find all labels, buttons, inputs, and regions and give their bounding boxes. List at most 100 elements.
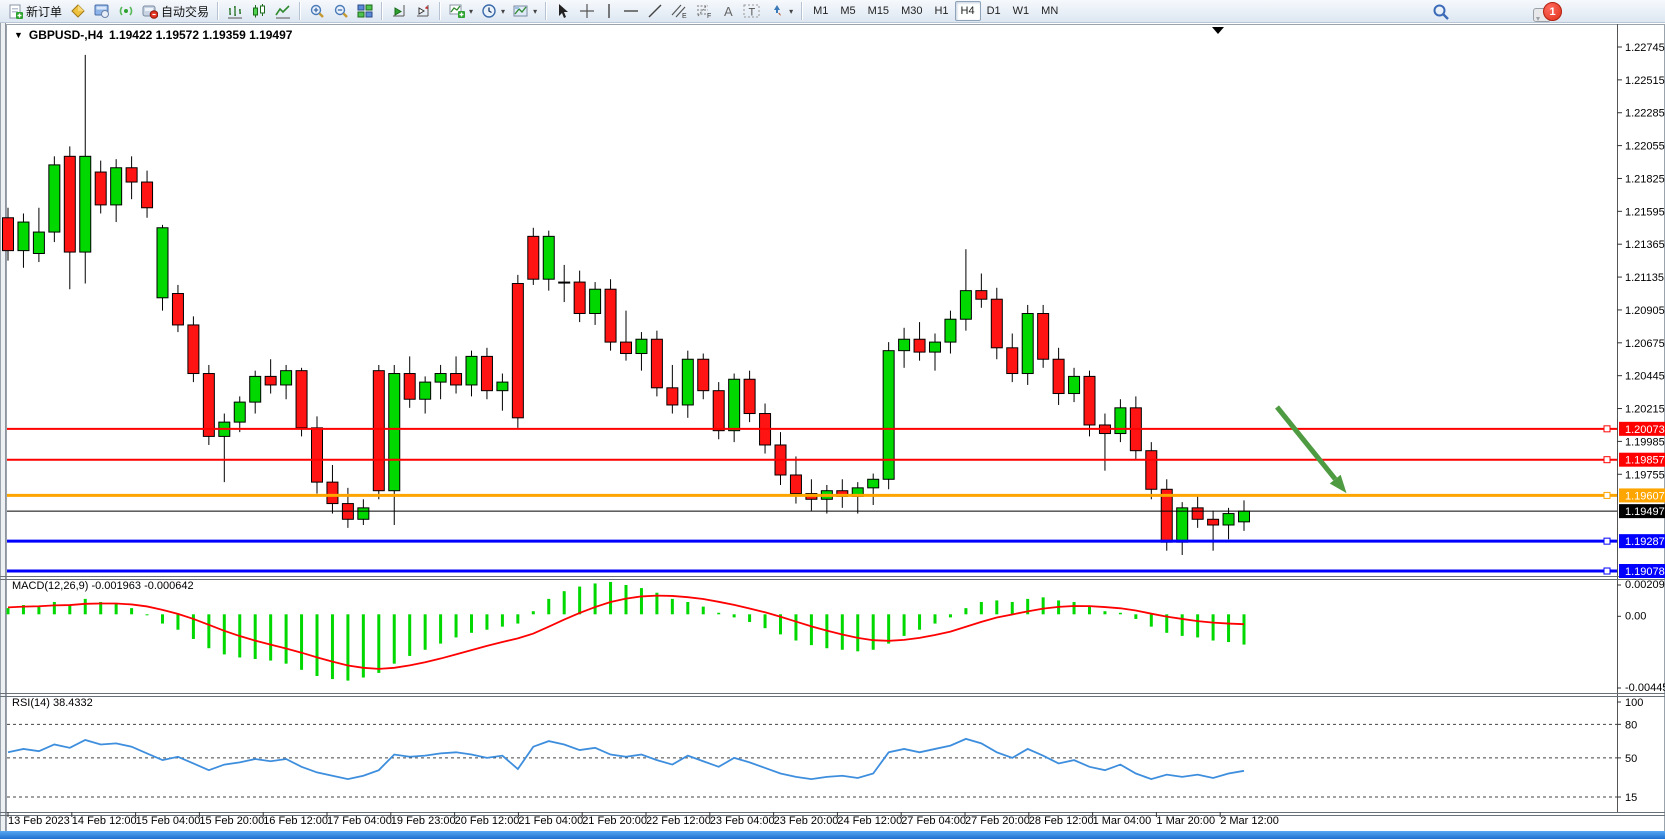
macd-histogram-bar: [485, 614, 488, 629]
bear-candle: [744, 379, 755, 413]
price-axis-tick-label: 1.20215: [1625, 404, 1665, 416]
bear-candle: [914, 339, 925, 352]
tile-windows-button[interactable]: [353, 0, 377, 22]
price-axis-tick-label: 1.20675: [1625, 338, 1665, 350]
price-axis-tick-label: 1.22055: [1625, 141, 1665, 153]
new-order-button[interactable]: 新订单: [4, 0, 66, 22]
bear-candle: [574, 282, 585, 313]
bear-candle: [512, 283, 523, 417]
bear-candle: [188, 325, 199, 374]
autotrade-icon: [142, 3, 158, 19]
bull-candle: [930, 342, 941, 352]
equidistant-channel-tool-button[interactable]: E: [667, 0, 692, 22]
arrows-tool-button[interactable]: ▾: [765, 0, 797, 22]
zoom-in-button[interactable]: [305, 0, 329, 22]
date-axis-label: 27 Feb 20:00: [965, 815, 1030, 827]
line-chart-mode-button[interactable]: [271, 0, 295, 22]
timeframe-m15-button[interactable]: M15: [862, 1, 895, 21]
timeframe-m5-button[interactable]: M5: [834, 1, 861, 21]
macd-histogram-bar: [609, 582, 612, 614]
rsi-scale-label: 100: [1625, 697, 1643, 709]
macd-histogram-bar: [964, 608, 967, 614]
indicators-button[interactable]: ▾: [445, 0, 477, 22]
macd-indicator-label: MACD(12,26,9) -0.001963 -0.000642: [12, 580, 194, 592]
autotrade-button[interactable]: 自动交易: [138, 0, 213, 22]
macd-scale-label: -0.004455: [1625, 682, 1665, 694]
timeframe-w1-button[interactable]: W1: [1007, 1, 1036, 21]
bear-candle: [265, 376, 276, 385]
periods-clock-icon: [481, 3, 497, 19]
timeframe-h4-button[interactable]: H4: [955, 1, 981, 21]
candlestick-mode-button[interactable]: [247, 0, 271, 22]
macd-histogram-bar: [470, 614, 473, 633]
zoom-out-button[interactable]: [329, 0, 353, 22]
chart-title-expand-icon[interactable]: ▼: [14, 30, 23, 40]
bear-candle: [667, 388, 678, 405]
timeframe-mn-button[interactable]: MN: [1035, 1, 1064, 21]
macd-histogram-bar: [84, 599, 87, 614]
date-axis-label: 21 Feb 20:00: [582, 815, 647, 827]
periods-dropdown-arrow[interactable]: ▾: [501, 7, 505, 16]
new-order-label: 新订单: [26, 3, 62, 20]
market-watch-button[interactable]: [66, 0, 90, 22]
price-axis-tick-label: 1.22515: [1625, 75, 1665, 87]
price-axis-tick-label: 1.22285: [1625, 108, 1665, 120]
macd-histogram-bar: [856, 614, 859, 651]
macd-histogram-bar: [1181, 614, 1184, 636]
macd-histogram-bar: [285, 614, 288, 663]
bull-candle: [1239, 511, 1250, 522]
arrows-dropdown-arrow[interactable]: ▾: [789, 7, 793, 16]
bull-candle: [33, 232, 44, 253]
line-chart-mode-icon: [275, 3, 291, 19]
macd-histogram-bar: [424, 614, 427, 649]
rsi-scale-label: 80: [1625, 719, 1637, 731]
search-icon[interactable]: [1432, 3, 1450, 26]
date-axis-label: 1 Mar 20:00: [1156, 815, 1215, 827]
text-tool-button[interactable]: A: [717, 0, 739, 22]
bull-candle: [590, 289, 601, 313]
bull-candle: [157, 228, 168, 298]
timeframe-m30-button[interactable]: M30: [895, 1, 928, 21]
periods-button[interactable]: ▾: [477, 0, 509, 22]
toolbar-separator: [217, 2, 219, 20]
macd-histogram-bar: [563, 591, 566, 614]
signals-button[interactable]: [114, 0, 138, 22]
vertical-line-tool-button[interactable]: [599, 0, 619, 22]
date-axis-label: 24 Feb 12:00: [837, 815, 902, 827]
bear-candle: [790, 475, 801, 494]
trendline-tool-button[interactable]: [643, 0, 667, 22]
equidistant-channel-icon: E: [671, 3, 688, 19]
macd-histogram-bar: [7, 608, 10, 614]
bull-candle: [466, 356, 477, 385]
crosshair-tool-button[interactable]: [575, 0, 599, 22]
bull-candle: [1022, 314, 1033, 374]
horizontal-line-tool-button[interactable]: [619, 0, 643, 22]
new-order-icon: [8, 4, 23, 19]
charts-window-button[interactable]: [90, 0, 114, 22]
macd-histogram-bar: [331, 614, 334, 679]
macd-histogram-bar: [316, 614, 319, 676]
text-label-tool-button[interactable]: T: [739, 0, 765, 22]
bear-candle: [976, 291, 987, 300]
templates-button[interactable]: ▾: [509, 0, 541, 22]
indicators-dropdown-arrow[interactable]: ▾: [469, 7, 473, 16]
toolbar-separator: [801, 2, 803, 20]
cursor-tool-button[interactable]: [551, 0, 575, 22]
bar-chart-mode-button[interactable]: [223, 0, 247, 22]
bear-candle: [1053, 359, 1064, 393]
line-price-badge-text: 1.19857: [1625, 455, 1665, 467]
date-axis-label: 23 Feb 04:00: [710, 815, 775, 827]
svg-text:T: T: [749, 7, 756, 19]
timeframe-m1-button[interactable]: M1: [807, 1, 834, 21]
notification-badge[interactable]: 1: [1543, 2, 1562, 21]
timeframe-d1-button[interactable]: D1: [981, 1, 1007, 21]
line-price-badge-text: 1.19607: [1625, 490, 1665, 502]
auto-scroll-button[interactable]: [387, 0, 411, 22]
line-handle: [1604, 538, 1610, 544]
chart-shift-button[interactable]: [411, 0, 435, 22]
timeframe-h1-button[interactable]: H1: [928, 1, 954, 21]
fibonacci-tool-button[interactable]: F: [692, 0, 717, 22]
price-axis-tick-label: 1.21825: [1625, 173, 1665, 185]
bear-candle: [327, 482, 338, 503]
templates-dropdown-arrow[interactable]: ▾: [533, 7, 537, 16]
